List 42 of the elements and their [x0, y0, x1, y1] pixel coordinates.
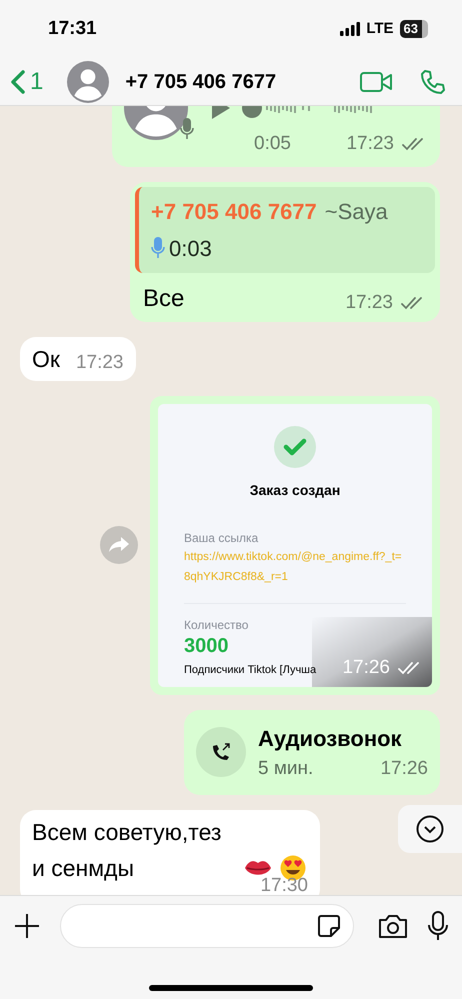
message-time: 17:26 — [342, 656, 390, 680]
call-title: Аудиозвонок — [258, 724, 403, 753]
message-text: Ок — [32, 345, 60, 374]
order-link[interactable]: https://www.tiktok.com/@ne_angime.ff?_t=8qhYKJRC8f8&_r=1 — [184, 547, 406, 587]
video-call-icon[interactable] — [360, 70, 392, 92]
back-button[interactable]: 1 — [10, 64, 44, 100]
mic-icon — [180, 118, 194, 140]
order-title: Заказ создан — [250, 481, 340, 500]
message-text: Всем советую,тез и сенмды — [32, 818, 222, 883]
quantity-value: 3000 — [184, 634, 230, 658]
contact-name[interactable]: +7 705 406 7677 — [125, 66, 276, 96]
message-time: 17:23 — [345, 290, 393, 314]
quote-sender: +7 705 406 7677 — [151, 198, 317, 226]
voice-duration: 0:05 — [254, 132, 291, 156]
phone-icon[interactable] — [420, 68, 446, 94]
message-time: 17:26 — [380, 756, 428, 780]
battery-indicator: 63 — [400, 20, 428, 38]
quote-name: ~Saya — [324, 198, 388, 226]
message-time: 17:23 — [76, 350, 124, 374]
microphone-icon[interactable] — [428, 911, 448, 941]
message-input-field[interactable] — [60, 904, 354, 948]
network-label: LTE — [366, 18, 394, 39]
chevron-down-icon — [416, 815, 444, 843]
plus-icon[interactable] — [14, 913, 40, 939]
quantity-label: Количество — [184, 617, 250, 634]
message-time: 17:23 — [346, 132, 394, 156]
product-name: Подписчики Tiktok [Лучша — [184, 663, 316, 678]
quote-duration: 0:03 — [169, 234, 212, 262]
link-label: Ваша ссылка — [184, 530, 260, 547]
scroll-down-button[interactable] — [398, 805, 462, 853]
message-text: Все — [143, 284, 184, 314]
check-circle-icon — [274, 426, 316, 468]
call-duration: 5 мин. — [258, 756, 314, 780]
status-time: 17:31 — [48, 16, 97, 41]
back-chevron-icon — [10, 70, 26, 94]
contact-avatar-icon — [67, 60, 110, 102]
signal-icon — [340, 22, 360, 36]
camera-icon[interactable] — [378, 913, 408, 939]
mic-icon — [151, 237, 165, 259]
message-time: 17:30 — [260, 874, 308, 895]
sticker-icon[interactable] — [317, 914, 341, 938]
outgoing-call-icon — [196, 727, 246, 778]
